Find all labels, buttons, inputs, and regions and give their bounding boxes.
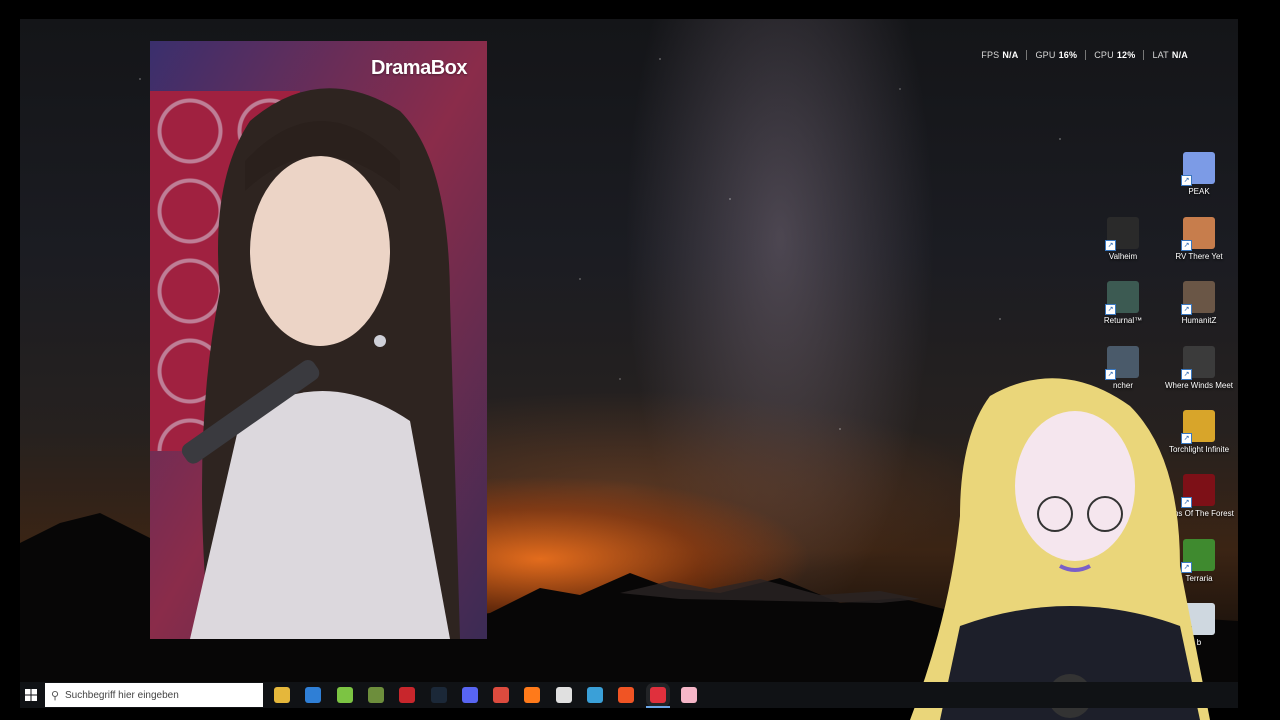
gpu-label: GPU	[1035, 50, 1056, 60]
microsoft-store-icon[interactable]	[305, 687, 321, 703]
shortcut-arrow-icon: ↗	[1181, 175, 1192, 186]
desktop-icon-label: HumanitZ	[1181, 316, 1217, 325]
cpu-value: 12%	[1116, 50, 1136, 60]
desktop-icon-returnal[interactable]: ↗ Returnal™	[1088, 281, 1158, 325]
desktop-icon-label: Valheim	[1108, 252, 1138, 261]
shortcut-arrow-icon: ↗	[1181, 240, 1192, 251]
desktop-icon-label: PEAK	[1188, 187, 1210, 196]
video-frame-person	[181, 88, 460, 639]
start-button[interactable]	[20, 682, 42, 708]
lat-value: N/A	[1171, 50, 1188, 60]
performance-overlay: FPS N/A GPU 16% CPU 12% LAT N/A	[973, 50, 1196, 60]
firefox-icon[interactable]	[524, 687, 540, 703]
dramabox-logo: DramaBox	[370, 57, 468, 79]
shortcut-arrow-icon: ↗	[1105, 240, 1116, 251]
obs-opera-icon[interactable]	[646, 687, 670, 708]
shortcut-arrow-icon: ↗	[1181, 304, 1192, 315]
rv-there-yet-icon: ↗	[1181, 217, 1215, 251]
desktop-icon-valheim[interactable]: ↗ Valheim	[1088, 217, 1158, 261]
taskbar: ⚲ Suchbegriff hier eingeben	[20, 682, 1238, 708]
lat-label: LAT	[1152, 50, 1169, 60]
brave-icon[interactable]	[618, 687, 634, 703]
game-launcher-icon[interactable]	[399, 687, 415, 703]
minecraft-icon[interactable]	[368, 687, 384, 703]
fps-value: N/A	[1002, 50, 1019, 60]
cpu-stat: CPU 12%	[1085, 50, 1143, 60]
vtuber-app-icon[interactable]	[681, 687, 697, 703]
discord-icon[interactable]	[462, 687, 478, 703]
gpu-stat: GPU 16%	[1026, 50, 1085, 60]
desktop-icon-humanitz[interactable]: ↗ HumanitZ	[1164, 281, 1234, 325]
desktop-icon-label: Returnal™	[1103, 316, 1143, 325]
shortcut-arrow-icon: ↗	[1105, 304, 1116, 315]
humanitz-icon: ↗	[1181, 281, 1215, 315]
steam-icon[interactable]	[431, 687, 447, 703]
cpu-label: CPU	[1094, 50, 1114, 60]
search-placeholder: Suchbegriff hier eingeben	[65, 689, 179, 701]
fps-label: FPS	[981, 50, 1000, 60]
search-icon: ⚲	[50, 689, 60, 702]
fps-stat: FPS N/A	[973, 50, 1026, 60]
taskbar-search-box[interactable]: ⚲ Suchbegriff hier eingeben	[45, 683, 263, 707]
desktop-icon-peak[interactable]: ↗ PEAK	[1164, 152, 1234, 196]
peak-icon: ↗	[1181, 152, 1215, 186]
valheim-icon: ↗	[1105, 217, 1139, 251]
lat-stat: LAT N/A	[1143, 50, 1196, 60]
speedometer-icon[interactable]	[556, 687, 572, 703]
desktop-icon-label: RV There Yet	[1175, 252, 1223, 261]
vtuber-avatar	[910, 378, 1210, 720]
chrome-icon[interactable]	[493, 687, 509, 703]
file-explorer-icon[interactable]	[274, 687, 290, 703]
desktop-icon-rv-there-yet[interactable]: ↗ RV There Yet	[1164, 217, 1234, 261]
gpu-value: 16%	[1058, 50, 1078, 60]
video-player[interactable]: DramaBox	[150, 41, 487, 639]
sync-icon[interactable]	[587, 687, 603, 703]
returnal-icon: ↗	[1105, 281, 1139, 315]
windows-icon	[25, 689, 37, 701]
android-icon[interactable]	[337, 687, 353, 703]
